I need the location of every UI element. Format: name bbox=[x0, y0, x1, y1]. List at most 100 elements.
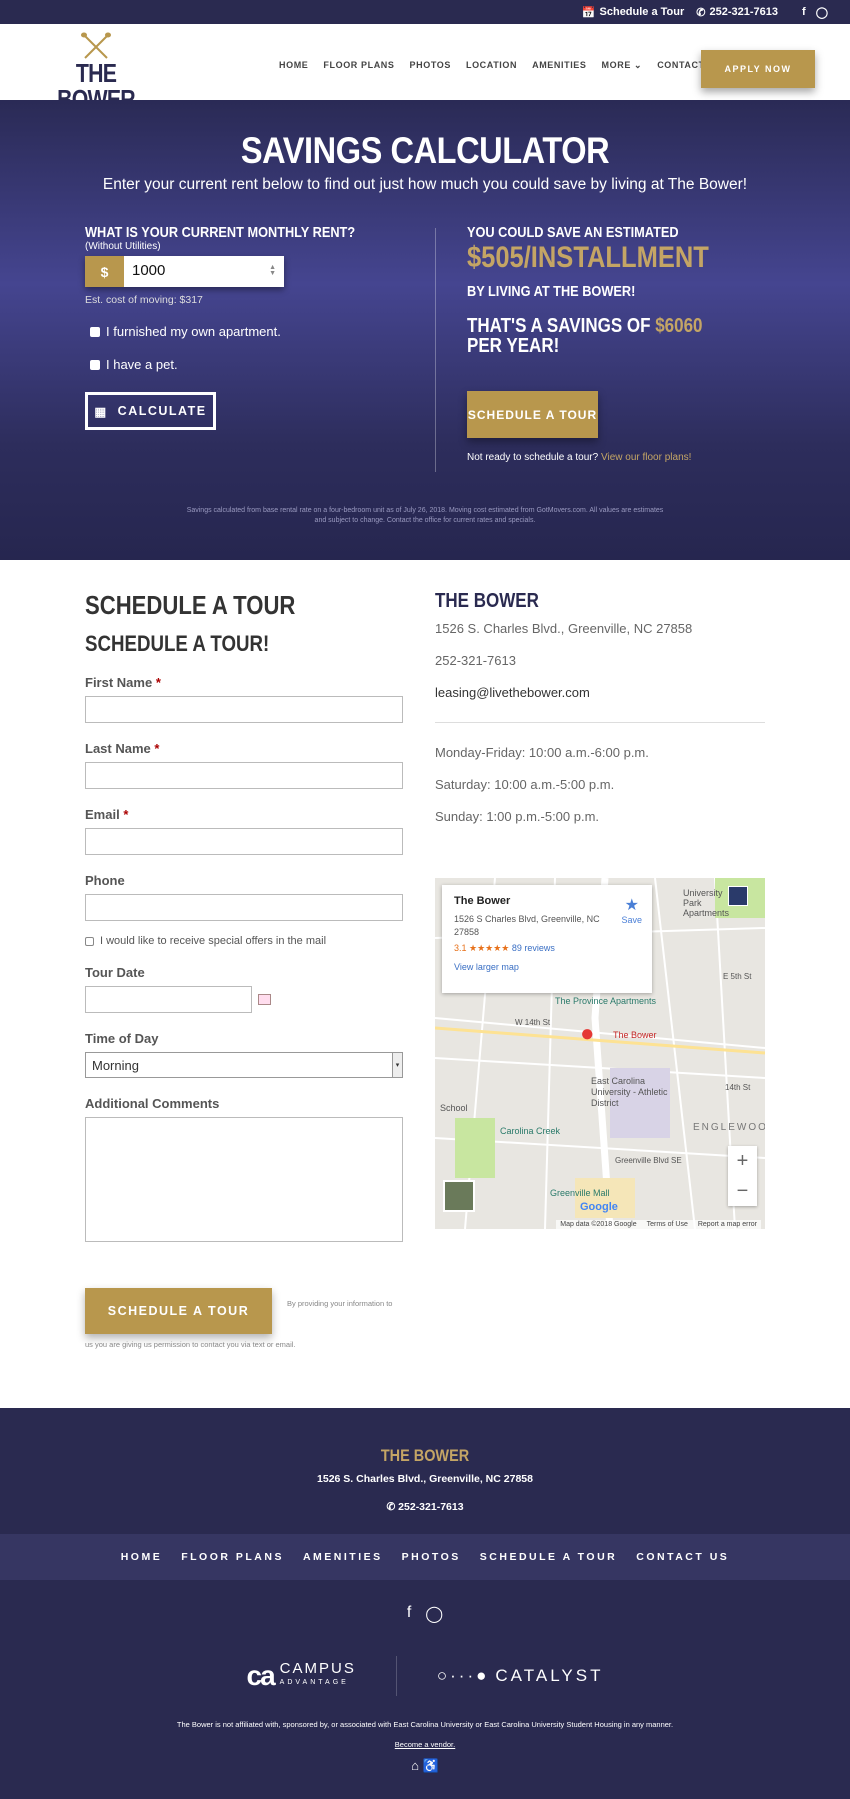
consent-note: By providing your information to bbox=[287, 1299, 393, 1308]
phone-label: Phone bbox=[85, 873, 125, 888]
map-label-w14th: W 14th St bbox=[515, 1018, 551, 1027]
chevron-down-icon[interactable]: ▾ bbox=[392, 1053, 402, 1077]
footer-nav-schedule-tour[interactable]: SCHEDULE A TOUR bbox=[480, 1551, 617, 1563]
tour-date-field[interactable] bbox=[85, 986, 252, 1013]
campus-advantage-logo[interactable]: ca CAMPUS ADVANTAGE bbox=[247, 1660, 356, 1692]
footer-nav-contact[interactable]: CONTACT US bbox=[636, 1551, 729, 1563]
consent-note-continued: us you are giving us permission to conta… bbox=[85, 1340, 296, 1349]
save-place-button[interactable]: ★ Save bbox=[621, 895, 642, 925]
nav-photos[interactable]: PHOTOS bbox=[410, 60, 451, 71]
instagram-icon[interactable]: ◯ bbox=[816, 6, 828, 19]
calculator-icon: ▦ bbox=[94, 404, 108, 419]
footer-nav-home[interactable]: HOME bbox=[121, 1551, 163, 1563]
calendar-icon[interactable] bbox=[258, 994, 271, 1005]
submit-tour-button[interactable]: SCHEDULE A TOUR bbox=[85, 1288, 272, 1334]
phone-link[interactable]: ✆ 252-321-7613 bbox=[696, 6, 778, 19]
furnished-label: I furnished my own apartment. bbox=[106, 324, 281, 339]
schedule-tour-label: Schedule a Tour bbox=[599, 6, 685, 18]
map-label-creek: Carolina Creek bbox=[500, 1126, 561, 1136]
calculate-button[interactable]: ▦ CALCULATE bbox=[85, 392, 216, 430]
submit-row: SCHEDULE A TOUR By providing your inform… bbox=[85, 1288, 405, 1349]
footer-nav-photos[interactable]: PHOTOS bbox=[402, 1551, 461, 1563]
footer-phone[interactable]: ✆ 252-321-7613 bbox=[0, 1501, 850, 1513]
checkbox[interactable] bbox=[90, 359, 100, 370]
required-marker: * bbox=[123, 807, 129, 822]
apply-now-button[interactable]: APPLY NOW bbox=[701, 50, 815, 88]
footer-nav-amenities[interactable]: AMENITIES bbox=[303, 1551, 383, 1563]
nav-floor-plans[interactable]: FLOOR PLANS bbox=[323, 60, 394, 71]
view-larger-map-link[interactable]: View larger map bbox=[454, 962, 640, 972]
last-name-text: Last Name bbox=[85, 741, 151, 756]
zoom-out-button[interactable]: − bbox=[728, 1176, 757, 1206]
spinner-icon[interactable]: ▲ ▼ bbox=[269, 264, 276, 277]
footer-nav-floor-plans[interactable]: FLOOR PLANS bbox=[181, 1551, 284, 1563]
map-label-bower: The Bower bbox=[613, 1030, 657, 1040]
property-phone[interactable]: 252-321-7613 bbox=[435, 653, 765, 668]
footer: THE BOWER 1526 S. Charles Blvd., Greenvi… bbox=[0, 1408, 850, 1799]
checkbox[interactable] bbox=[90, 326, 100, 337]
accessibility-icons: ⌂ ♿ bbox=[0, 1758, 850, 1774]
furnished-checkbox[interactable]: I furnished my own apartment. bbox=[90, 324, 415, 339]
fullscreen-icon[interactable] bbox=[728, 886, 748, 906]
star-icon: ★★★★★ bbox=[469, 943, 510, 953]
last-name-field[interactable] bbox=[85, 762, 403, 789]
reviews-link[interactable]: 89 reviews bbox=[512, 943, 555, 953]
map-label-14th: 14th St bbox=[725, 1083, 751, 1092]
footer-brand: THE BOWER bbox=[380, 1446, 470, 1465]
comments-field[interactable] bbox=[85, 1117, 403, 1242]
equal-housing-icon: ⌂ bbox=[411, 1758, 420, 1773]
property-info: THE BOWER 1526 S. Charles Blvd., Greenvi… bbox=[435, 590, 765, 824]
tour-date-row bbox=[85, 980, 403, 1013]
top-bar: 📅 Schedule a Tour ✆ 252-321-7613 f ◯ bbox=[0, 0, 850, 24]
calculator-disclaimer: Savings calculated from base rental rate… bbox=[186, 507, 664, 524]
map-rating: 3.1 ★★★★★ 89 reviews bbox=[454, 943, 640, 954]
hero-title: SAVINGS CALCULATOR bbox=[240, 130, 610, 171]
offers-checkbox[interactable]: I would like to receive special offers i… bbox=[85, 935, 403, 947]
instagram-icon[interactable]: ◯ bbox=[425, 1604, 443, 1624]
become-vendor-link[interactable]: Become a vendor. bbox=[0, 1740, 850, 1749]
phone-number: 252-321-7613 bbox=[709, 6, 779, 18]
time-of-day-label: Time of Day bbox=[85, 1031, 159, 1046]
nav-more[interactable]: MORE ⌄ bbox=[602, 60, 643, 71]
nav-home[interactable]: HOME bbox=[279, 60, 308, 71]
not-ready-label: Not ready to schedule a tour? bbox=[467, 452, 601, 463]
save-post: BY LIVING AT THE BOWER! bbox=[467, 283, 636, 300]
rent-input[interactable]: 1000 ▲ ▼ bbox=[124, 256, 284, 287]
zoom-controls: + − bbox=[728, 1146, 757, 1206]
phone-field[interactable] bbox=[85, 894, 403, 921]
year-post: PER YEAR! bbox=[467, 335, 560, 357]
property-name: THE BOWER bbox=[435, 590, 539, 612]
google-map[interactable]: The Bower 1526 S Charles Blvd, Greenvill… bbox=[435, 878, 765, 1229]
comments-label: Additional Comments bbox=[85, 1096, 220, 1111]
first-name-field[interactable] bbox=[85, 696, 403, 723]
pet-checkbox[interactable]: I have a pet. bbox=[90, 357, 415, 372]
facebook-icon[interactable]: f bbox=[407, 1604, 411, 1624]
tour-date-label: Tour Date bbox=[85, 965, 145, 980]
hero-schedule-tour-button[interactable]: SCHEDULE A TOUR bbox=[467, 391, 598, 438]
facebook-icon[interactable]: f bbox=[802, 6, 806, 19]
satellite-toggle[interactable] bbox=[443, 1180, 475, 1212]
nav-location[interactable]: LOCATION bbox=[466, 60, 517, 71]
divider bbox=[395, 1656, 397, 1696]
time-of-day-select[interactable]: Morning ▾ bbox=[85, 1052, 403, 1078]
catalyst-logo[interactable]: ○···● CATALYST bbox=[437, 1666, 604, 1686]
star-icon: ★ bbox=[624, 897, 639, 914]
schedule-tour-link[interactable]: 📅 Schedule a Tour bbox=[582, 6, 684, 19]
checkbox[interactable] bbox=[85, 936, 94, 946]
save-label: Save bbox=[621, 915, 642, 925]
report-error-link[interactable]: Report a map error bbox=[698, 1221, 757, 1228]
moving-cost: Est. cost of moving: $317 bbox=[85, 294, 203, 306]
map-label-province: The Province Apartments bbox=[555, 996, 657, 1006]
save-amount: $505/INSTALLMENT bbox=[467, 241, 709, 274]
hours-sunday: Sunday: 1:00 p.m.-5:00 p.m. bbox=[435, 809, 600, 824]
hours-weekday: Monday-Friday: 10:00 a.m.-6:00 p.m. bbox=[435, 745, 649, 760]
floor-plans-link[interactable]: View our floor plans! bbox=[601, 452, 691, 463]
nav-amenities[interactable]: AMENITIES bbox=[532, 60, 586, 71]
property-email[interactable]: leasing@livethebower.com bbox=[435, 685, 765, 700]
email-field[interactable] bbox=[85, 828, 403, 855]
terms-link[interactable]: Terms of Use bbox=[647, 1221, 688, 1228]
divider bbox=[435, 722, 765, 723]
zoom-in-button[interactable]: + bbox=[728, 1146, 757, 1176]
map-label-ecu: East Carolina University - Athletic Dist… bbox=[591, 1076, 668, 1108]
chevron-down-icon: ⌄ bbox=[634, 60, 643, 70]
